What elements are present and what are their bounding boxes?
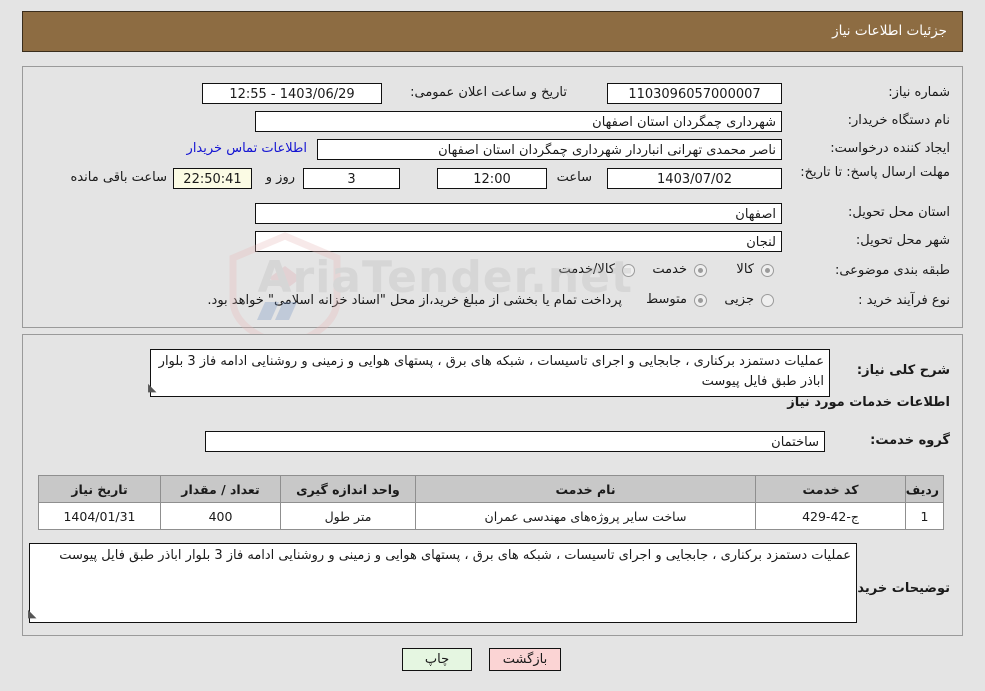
deadline-time-value: 12:00 — [437, 168, 547, 189]
print-button[interactable]: چاپ — [402, 648, 472, 671]
need-details-panel: شرح کلی نیاز: عملیات دستمزد برکناری ، جا… — [22, 334, 963, 636]
td-measure-unit: متر طول — [280, 502, 416, 530]
page-root: جزئیات اطلاعات نیاز شماره نیاز: 11030960… — [0, 0, 985, 691]
general-description-value[interactable]: عملیات دستمزد برکناری ، جابجایی و اجرای … — [150, 349, 830, 397]
radio-subject-kala-khedmat[interactable] — [622, 264, 635, 277]
buyer-notes-value[interactable]: عملیات دستمزد برکناری ، جابجایی و اجرای … — [29, 543, 857, 623]
th-service-code: کد خدمت — [755, 475, 906, 503]
radio-subject-kala-label: کالا — [736, 262, 754, 277]
table-header-row: ردیف کد خدمت نام خدمت واحد اندازه گیری ت… — [38, 475, 944, 503]
request-creator-value: ناصر محمدی تهرانی انباردار شهرداری چمگرد… — [317, 139, 782, 160]
public-announce-value: 1403/06/29 - 12:55 — [202, 83, 382, 104]
delivery-city-label: شهر محل تحویل: — [855, 233, 950, 248]
td-service-name: ساخت سایر پروژه‌های مهندسی عمران — [415, 502, 756, 530]
radio-process-jozyi-label: جزیی — [724, 292, 754, 307]
deadline-days-label: روز و — [265, 170, 295, 185]
page-title: جزئیات اطلاعات نیاز — [832, 23, 947, 39]
purchase-process-note: پرداخت تمام یا بخشی از مبلغ خرید،از محل … — [207, 293, 622, 308]
buyer-contact-link[interactable]: اطلاعات تماس خریدار — [187, 141, 307, 156]
buyer-org-value: شهرداری چمگردان استان اصفهان — [255, 111, 782, 132]
deadline-days-value: 3 — [303, 168, 400, 189]
radio-subject-kala-khedmat-label: کالا/خدمت — [558, 262, 615, 277]
services-table: ردیف کد خدمت نام خدمت واحد اندازه گیری ت… — [38, 475, 944, 530]
need-number-label: شماره نیاز: — [888, 85, 950, 100]
td-row-number: 1 — [905, 502, 944, 530]
buyer-org-label: نام دستگاه خریدار: — [847, 113, 950, 128]
radio-process-motevaset-label: متوسط — [646, 292, 687, 307]
service-group-value: ساختمان — [205, 431, 825, 452]
th-service-name: نام خدمت — [415, 475, 756, 503]
th-quantity: تعداد / مقدار — [160, 475, 281, 503]
services-heading: اطلاعات خدمات مورد نیاز — [787, 395, 950, 410]
purchase-process-label: نوع فرآیند خرید : — [858, 293, 950, 308]
deadline-countdown-timer: 22:50:41 — [173, 168, 252, 189]
radio-subject-khedmat[interactable] — [694, 264, 707, 277]
radio-process-jozyi[interactable] — [761, 294, 774, 307]
th-measure-unit: واحد اندازه گیری — [280, 475, 416, 503]
radio-subject-khedmat-label: خدمت — [652, 262, 687, 277]
deadline-time-label: ساعت — [556, 170, 592, 185]
need-summary-panel: شماره نیاز: 1103096057000007 تاریخ و ساع… — [22, 66, 963, 328]
back-button[interactable]: بازگشت — [489, 648, 561, 671]
need-number-value: 1103096057000007 — [607, 83, 782, 104]
deadline-timer-label: ساعت باقی مانده — [70, 170, 167, 185]
th-row-number: ردیف — [905, 475, 944, 503]
th-need-date: تاریخ نیاز — [38, 475, 161, 503]
td-need-date: 1404/01/31 — [38, 502, 161, 530]
deadline-date-value: 1403/07/02 — [607, 168, 782, 189]
delivery-province-value: اصفهان — [255, 203, 782, 224]
request-creator-label: ایجاد کننده درخواست: — [830, 141, 950, 156]
radio-process-motevaset[interactable] — [694, 294, 707, 307]
deadline-label: مهلت ارسال پاسخ: تا تاریخ: — [800, 165, 950, 180]
td-quantity: 400 — [160, 502, 281, 530]
subject-category-label: طبقه بندی موضوعی: — [834, 263, 950, 278]
service-group-label: گروه خدمت: — [870, 433, 950, 448]
delivery-province-label: استان محل تحویل: — [848, 205, 950, 220]
td-service-code: ج-42-429 — [755, 502, 906, 530]
delivery-city-value: لنجان — [255, 231, 782, 252]
public-announce-label: تاریخ و ساعت اعلان عمومی: — [410, 85, 567, 100]
page-header-bar: جزئیات اطلاعات نیاز — [22, 11, 963, 52]
radio-subject-kala[interactable] — [761, 264, 774, 277]
general-description-label: شرح کلی نیاز: — [856, 363, 950, 378]
table-row: 1 ج-42-429 ساخت سایر پروژه‌های مهندسی عم… — [38, 502, 944, 530]
